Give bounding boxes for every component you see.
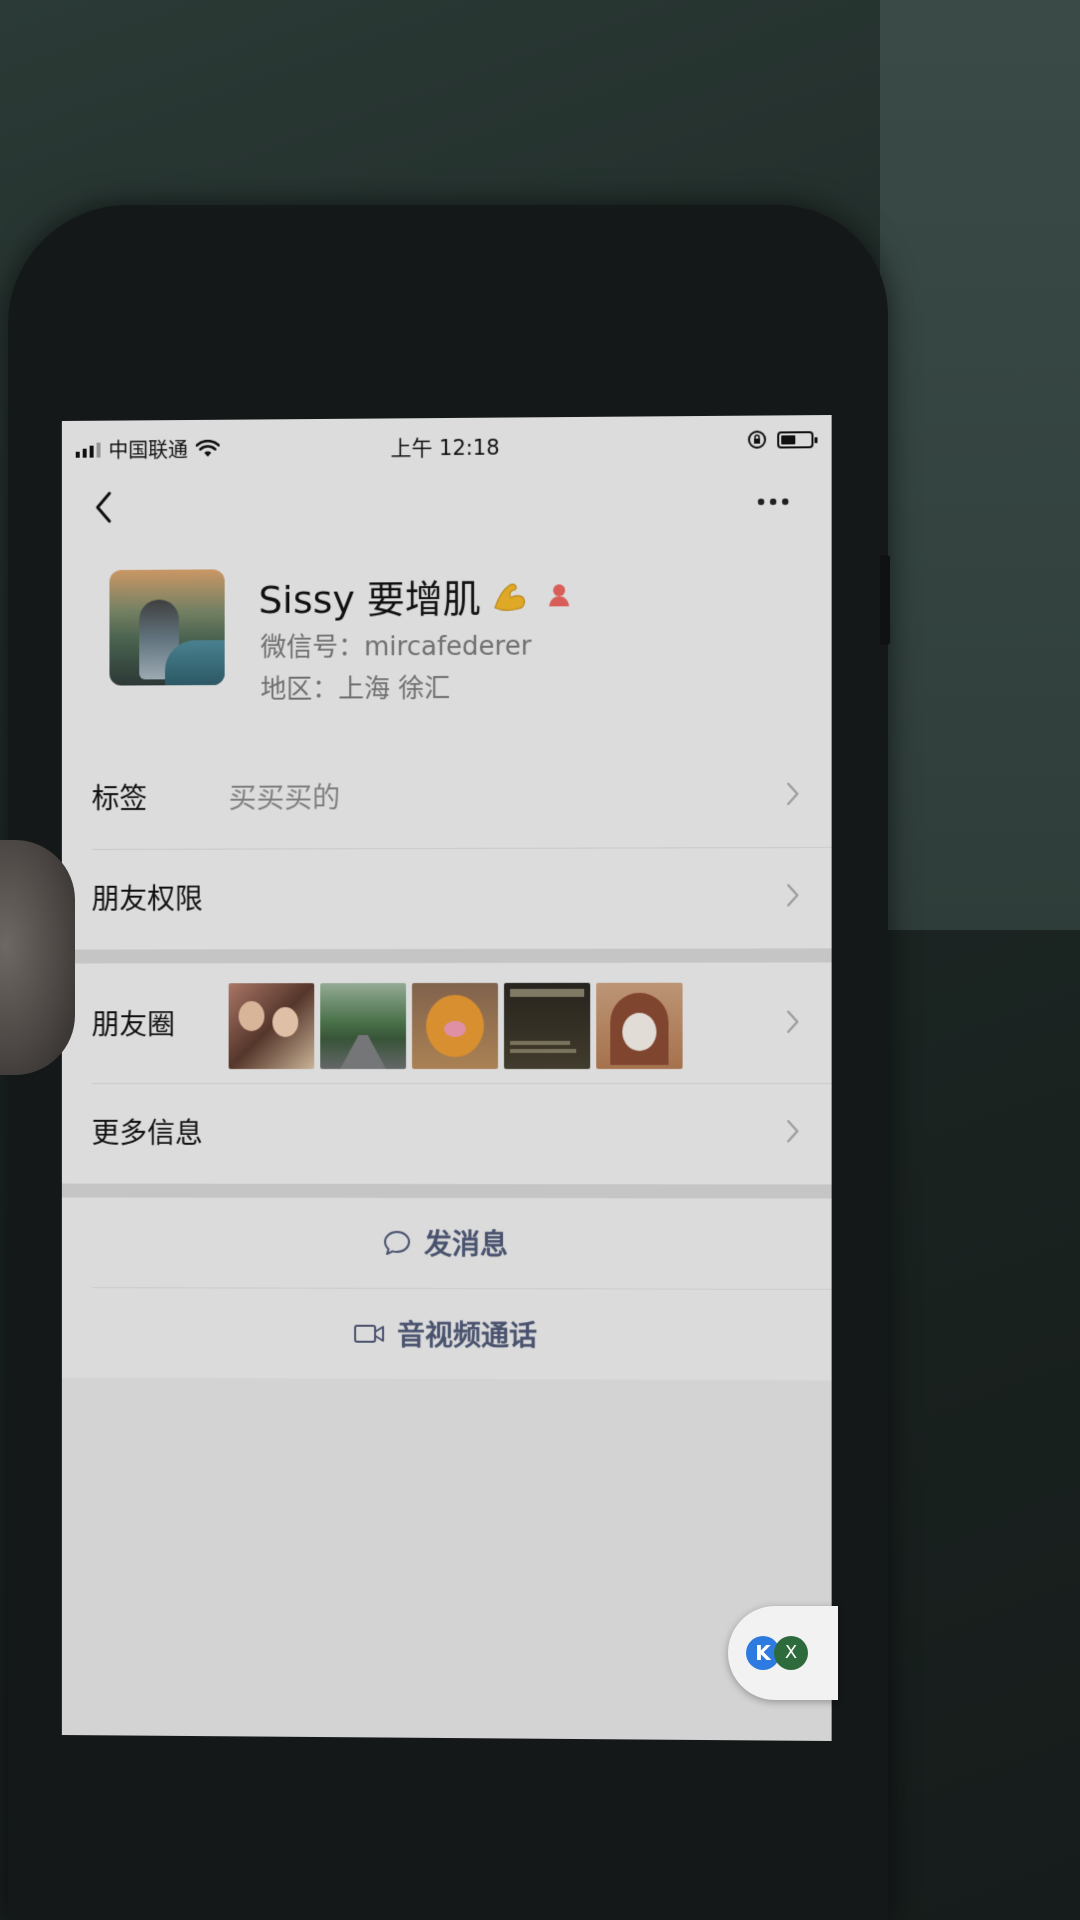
name-row: Sissy 要增肌 bbox=[258, 567, 573, 624]
video-camera-icon bbox=[353, 1323, 385, 1345]
profile-name: Sissy 要增肌 bbox=[258, 568, 480, 624]
close-icon[interactable]: X bbox=[774, 1636, 808, 1670]
more-dots-icon[interactable] bbox=[753, 487, 793, 517]
permissions-label: 朋友权限 bbox=[92, 878, 203, 918]
section-gap bbox=[62, 948, 832, 963]
moments-label: 朋友圈 bbox=[92, 1003, 175, 1043]
floating-widget[interactable]: K X bbox=[728, 1606, 838, 1700]
chevron-right-icon bbox=[783, 1114, 803, 1148]
moments-row[interactable]: 朋友圈 bbox=[62, 962, 832, 1083]
tags-value: 买买买的 bbox=[229, 776, 341, 816]
chevron-right-icon bbox=[783, 777, 803, 811]
status-right bbox=[747, 429, 814, 450]
region: 地区：上海 徐汇 bbox=[260, 668, 450, 706]
empty-area bbox=[62, 1378, 832, 1741]
moments-photo bbox=[504, 983, 590, 1069]
send-message-button[interactable]: 发消息 bbox=[62, 1197, 832, 1289]
moments-photo bbox=[229, 983, 315, 1069]
battery-icon bbox=[777, 431, 813, 448]
send-message-label: 发消息 bbox=[424, 1223, 508, 1263]
more-info-row[interactable]: 更多信息 bbox=[62, 1084, 832, 1185]
video-call-label: 音视频通话 bbox=[397, 1314, 537, 1354]
section-gap bbox=[62, 1184, 832, 1199]
moments-photo bbox=[596, 983, 682, 1069]
avatar[interactable] bbox=[109, 569, 224, 685]
status-time: 上午 12:18 bbox=[62, 429, 832, 465]
more-info-label: 更多信息 bbox=[92, 1112, 203, 1152]
tags-row[interactable]: 标签 买买买的 bbox=[62, 746, 832, 849]
chevron-right-icon bbox=[783, 1005, 803, 1039]
nav-bar bbox=[62, 470, 832, 535]
video-call-button[interactable]: 音视频通话 bbox=[62, 1288, 832, 1380]
moments-photo bbox=[320, 983, 406, 1069]
moments-thumbnails bbox=[229, 983, 683, 1069]
wechat-id: 微信号：mircafederer bbox=[260, 626, 531, 664]
phone-side-button bbox=[880, 555, 890, 645]
permissions-row[interactable]: 朋友权限 bbox=[62, 848, 832, 950]
flexed-biceps-icon bbox=[489, 575, 529, 615]
chevron-left-icon[interactable] bbox=[90, 487, 120, 527]
chevron-right-icon bbox=[783, 878, 803, 912]
chat-bubble-icon bbox=[382, 1229, 412, 1257]
status-bar: 中国联通 上午 12:18 bbox=[62, 415, 832, 471]
rotation-lock-icon bbox=[747, 430, 767, 450]
tags-label: 标签 bbox=[92, 777, 148, 817]
phone-screen: 中国联通 上午 12:18 Sissy 要增肌 微信号：mircafederer… bbox=[62, 415, 832, 1741]
wall-background bbox=[880, 0, 1080, 930]
moments-photo bbox=[412, 983, 498, 1069]
female-icon bbox=[545, 581, 573, 609]
profile-header: Sissy 要增肌 微信号：mircafederer 地区：上海 徐汇 bbox=[62, 544, 832, 708]
finger bbox=[0, 840, 75, 1075]
